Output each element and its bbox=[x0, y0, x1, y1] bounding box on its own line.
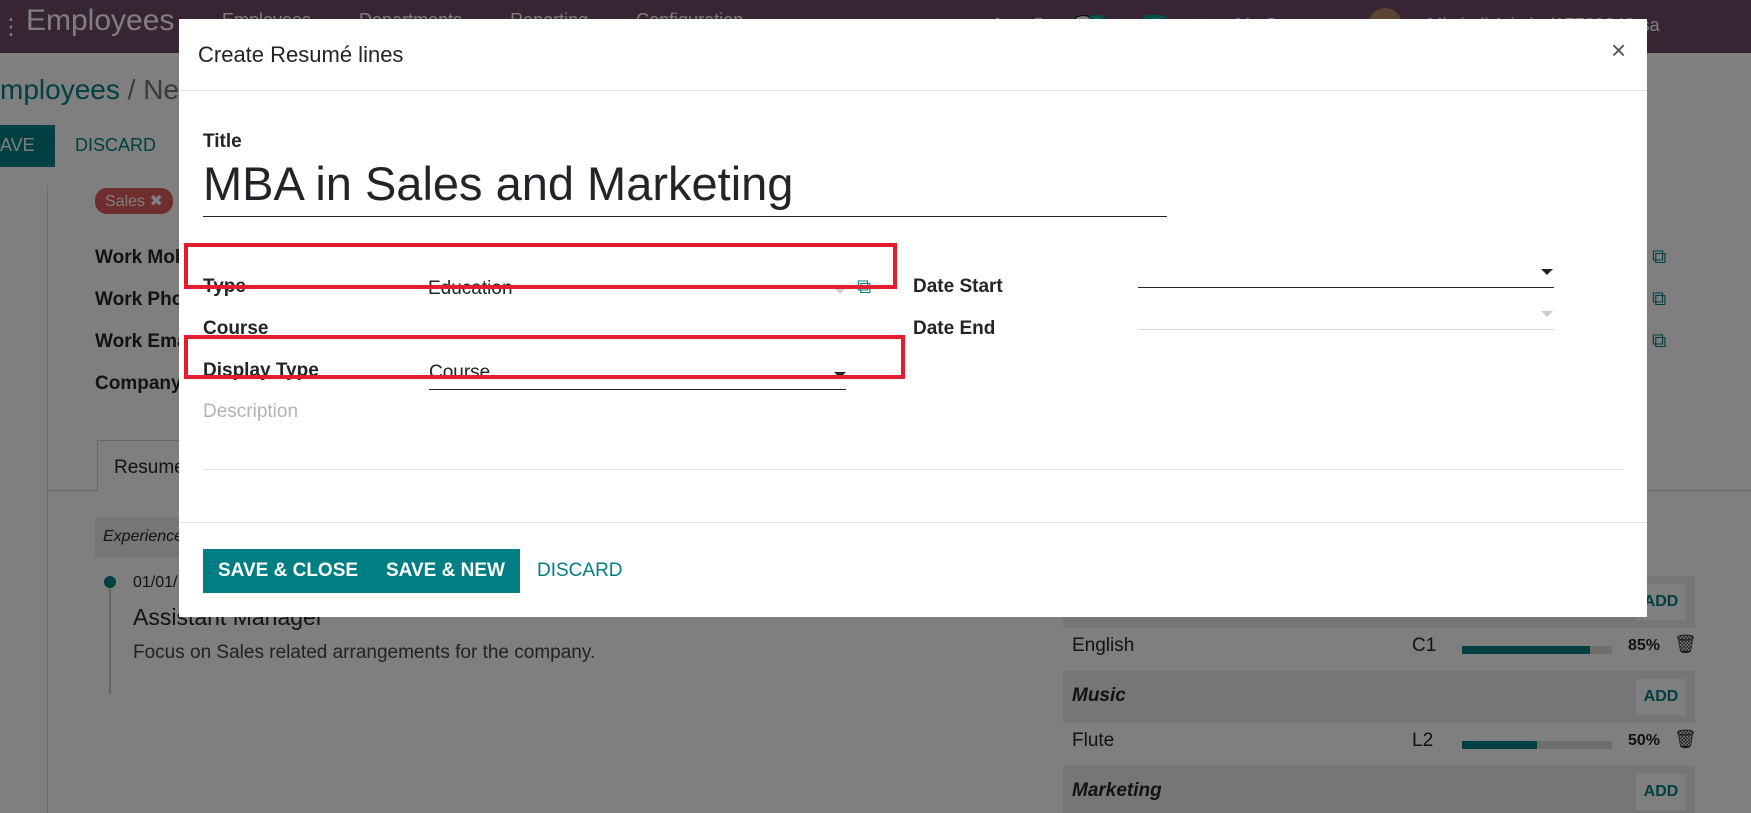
discard-button[interactable]: DISCARD bbox=[537, 560, 623, 582]
display-type-underline bbox=[429, 389, 846, 390]
save-new-button[interactable]: SAVE & NEW bbox=[371, 549, 520, 593]
create-resume-lines-dialog: Create Resumé lines × Title MBA in Sales… bbox=[179, 19, 1647, 617]
highlight-box-display-type bbox=[184, 335, 905, 379]
title-input[interactable]: MBA in Sales and Marketing bbox=[203, 159, 1167, 217]
save-close-button[interactable]: SAVE & CLOSE bbox=[203, 549, 374, 593]
date-end-input[interactable] bbox=[1138, 329, 1554, 330]
highlight-box-type bbox=[184, 243, 897, 289]
description-input[interactable]: Description bbox=[203, 401, 298, 423]
dialog-footer: SAVE & CLOSE SAVE & NEW DISCARD bbox=[179, 522, 1647, 617]
dialog-title: Create Resumé lines bbox=[198, 42, 404, 67]
description-underline bbox=[203, 469, 1623, 470]
chevron-down-icon[interactable] bbox=[1541, 269, 1553, 275]
dialog-header: Create Resumé lines × bbox=[179, 19, 1647, 91]
date-start-input[interactable] bbox=[1138, 287, 1554, 288]
date-start-label: Date Start bbox=[913, 276, 1003, 297]
title-label: Title bbox=[203, 131, 242, 152]
date-end-label: Date End bbox=[913, 318, 996, 339]
close-icon[interactable]: × bbox=[1611, 35, 1626, 66]
chevron-down-icon[interactable] bbox=[1541, 311, 1553, 317]
